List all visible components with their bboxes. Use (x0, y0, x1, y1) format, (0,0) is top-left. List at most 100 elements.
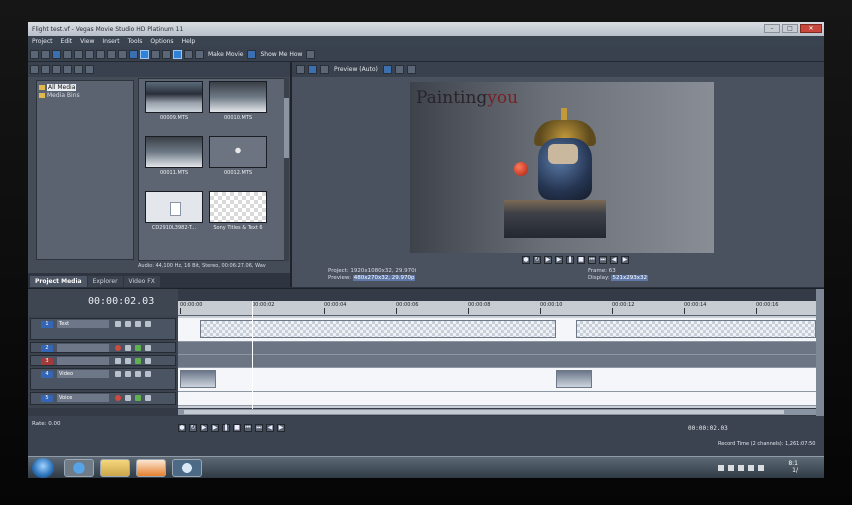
edit-tool-icon[interactable] (140, 49, 149, 59)
media-clip[interactable]: 00011.MTS (145, 136, 203, 176)
track-motion-icon[interactable] (115, 321, 121, 327)
selection-tool-icon[interactable] (162, 49, 171, 59)
mute-icon[interactable] (135, 358, 141, 364)
copy-snapshot-icon[interactable] (394, 65, 404, 74)
record-icon[interactable]: ● (178, 424, 186, 432)
maximize-button[interactable]: □ (782, 24, 798, 33)
copy-icon[interactable] (85, 49, 94, 59)
video-event[interactable] (180, 370, 216, 388)
close-button[interactable]: ✕ (800, 24, 822, 33)
record-icon[interactable]: ● (522, 256, 530, 264)
timeline-scrollbar[interactable] (178, 409, 816, 415)
track-name[interactable]: Video (57, 370, 109, 378)
preview-quality-dropdown[interactable]: Preview (Auto) (332, 66, 380, 73)
timeline-vertical-scrollbar[interactable] (816, 289, 824, 416)
time-ruler[interactable]: 00:00:00 00:00:02 00:00:04 00:00:06 00:0… (178, 301, 816, 316)
tab-explorer[interactable]: Explorer (87, 276, 123, 287)
mute-icon[interactable] (135, 321, 141, 327)
track-header-text[interactable]: 1 Text (30, 318, 176, 340)
go-to-end-icon[interactable]: ⏭ (255, 424, 263, 432)
go-to-start-icon[interactable]: ⏮ (588, 256, 596, 264)
media-fx-icon[interactable] (74, 65, 83, 74)
paste-icon[interactable] (96, 49, 105, 59)
delete-icon[interactable] (184, 49, 193, 59)
track-header-3[interactable]: 3 (30, 355, 176, 366)
solo-icon[interactable] (145, 395, 151, 401)
media-player-icon[interactable] (136, 459, 166, 477)
explorer-folder-icon[interactable] (100, 459, 130, 477)
loop-icon[interactable]: ↻ (533, 256, 541, 264)
snap-icon[interactable] (129, 49, 138, 59)
tree-item-media-bins[interactable]: Media Bins (39, 91, 131, 99)
scrollbar-thumb[interactable] (184, 410, 784, 414)
views-icon[interactable] (85, 65, 94, 74)
show-me-how-button[interactable]: Show Me How (258, 51, 304, 58)
media-clip[interactable]: 00010.MTS (209, 81, 267, 121)
signal-icon[interactable] (738, 465, 744, 471)
start-button[interactable] (32, 458, 54, 478)
preview-properties-icon[interactable] (296, 65, 305, 74)
text-event[interactable] (576, 320, 816, 338)
media-clip[interactable]: CD2910L3982-T... (145, 191, 203, 231)
media-clip[interactable]: Sony Titles & Text 6 (209, 191, 267, 231)
record-arm-icon[interactable] (115, 345, 121, 351)
playhead-cursor[interactable] (252, 301, 253, 411)
lane-voice[interactable] (178, 392, 816, 406)
menu-edit[interactable]: Edit (57, 38, 77, 45)
minimize-button[interactable]: – (764, 24, 780, 33)
lane-2[interactable] (178, 342, 816, 355)
import-media-icon[interactable] (30, 65, 39, 74)
flag-icon[interactable] (728, 465, 734, 471)
track-motion-icon[interactable] (115, 371, 121, 377)
external-monitor-icon[interactable] (308, 65, 317, 74)
menu-help[interactable]: Help (178, 38, 200, 45)
menu-options[interactable]: Options (146, 38, 177, 45)
track-name[interactable]: Text (57, 320, 109, 328)
pause-icon[interactable]: ❚ (566, 256, 574, 264)
new-project-icon[interactable] (30, 49, 39, 59)
next-frame-icon[interactable]: ▶ (621, 256, 629, 264)
vegas-taskbar-icon[interactable] (172, 459, 202, 477)
stop-icon[interactable]: ■ (233, 424, 241, 432)
envelope-tool-icon[interactable] (151, 49, 160, 59)
track-name[interactable] (57, 344, 109, 352)
remove-media-icon[interactable] (63, 65, 72, 74)
next-frame-icon[interactable]: ▶ (277, 424, 285, 432)
prev-frame-icon[interactable]: ◀ (266, 424, 274, 432)
track-name[interactable]: Voice (57, 394, 109, 402)
save-snapshot-icon[interactable] (406, 65, 416, 74)
menu-insert[interactable]: Insert (98, 38, 123, 45)
track-name[interactable] (57, 357, 109, 365)
internet-explorer-icon[interactable] (64, 459, 94, 477)
render-icon[interactable] (63, 49, 72, 59)
loop-icon[interactable]: ↻ (189, 424, 197, 432)
cut-icon[interactable] (74, 49, 83, 59)
pause-icon[interactable]: ❚ (222, 424, 230, 432)
media-clip[interactable]: 00009.MTS (145, 81, 203, 121)
tab-project-media[interactable]: Project Media (30, 276, 87, 287)
tab-video-fx[interactable]: Video FX (123, 276, 160, 287)
scrollbar-thumb[interactable] (284, 98, 289, 158)
lane-text[interactable] (178, 318, 816, 342)
play-icon[interactable]: ▶ (555, 256, 563, 264)
video-event[interactable] (556, 370, 592, 388)
mute-icon[interactable] (135, 395, 141, 401)
play-from-start-icon[interactable]: ▶ (200, 424, 208, 432)
track-motion-icon[interactable] (115, 358, 121, 364)
track-fx-icon[interactable] (125, 345, 131, 351)
play-icon[interactable]: ▶ (211, 424, 219, 432)
mute-icon[interactable] (135, 345, 141, 351)
track-fx-icon[interactable] (125, 321, 131, 327)
go-to-start-icon[interactable]: ⏮ (244, 424, 252, 432)
record-arm-icon[interactable] (115, 395, 121, 401)
help-pointer-icon[interactable] (306, 49, 316, 59)
media-scrollbar[interactable] (284, 78, 289, 261)
undo-icon[interactable] (107, 49, 116, 59)
menu-view[interactable]: View (76, 38, 98, 45)
solo-icon[interactable] (145, 371, 151, 377)
network-icon[interactable] (758, 465, 764, 471)
track-header-voice[interactable]: 5 Voice (30, 392, 176, 405)
media-clip[interactable]: 00012.MTS (209, 136, 267, 176)
open-icon[interactable] (41, 49, 50, 59)
track-header-video[interactable]: 4 Video (30, 368, 176, 390)
